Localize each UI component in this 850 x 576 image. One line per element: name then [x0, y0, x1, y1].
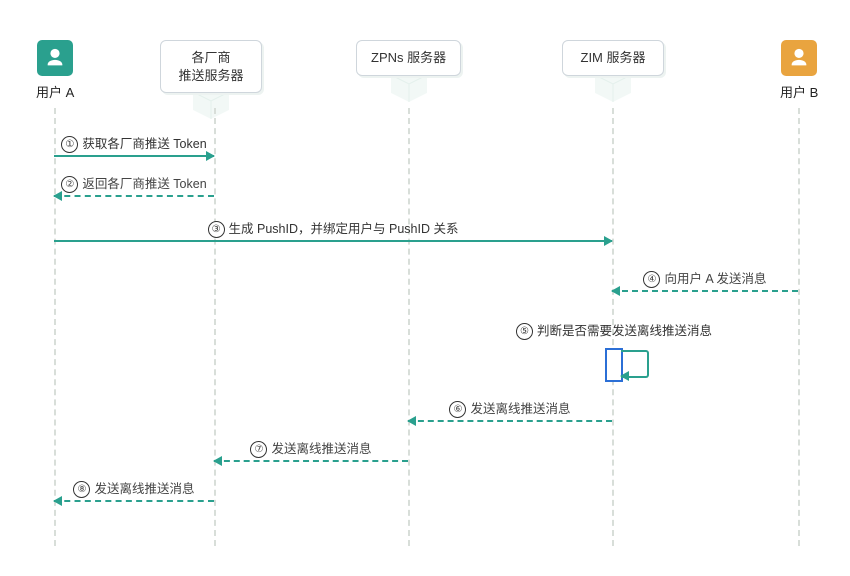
server-box: 各厂商 推送服务器	[160, 40, 262, 93]
participant-label: 用户 A	[36, 82, 74, 101]
step-number: ④	[643, 271, 660, 288]
server-box: ZPNs 服务器	[356, 40, 461, 76]
step-number: ③	[208, 221, 225, 238]
message-arrow: ⑦发送离线推送消息	[214, 460, 408, 461]
step-number: ⑧	[73, 481, 90, 498]
step-number: ①	[61, 136, 78, 153]
user-icon	[781, 40, 817, 76]
step-number: ⑥	[449, 401, 466, 418]
message-text: 获取各厂商推送 Token	[82, 137, 206, 151]
lifeline-zpns	[408, 108, 410, 546]
message-arrow: ③生成 PushID，并绑定用户与 PushID 关系	[54, 240, 612, 241]
lifeline-user-b	[798, 108, 800, 546]
self-loop-arrow	[621, 350, 649, 378]
message-arrow: ⑥发送离线推送消息	[408, 420, 612, 421]
self-message-label: ⑤ 判断是否需要发送离线推送消息	[516, 320, 712, 340]
lifeline-vendor	[214, 108, 216, 546]
message-arrow: ②返回各厂商推送 Token	[54, 195, 214, 196]
message-arrow: ①获取各厂商推送 Token	[54, 155, 214, 156]
participant-label: 用户 B	[780, 82, 818, 101]
participant-user-b: 用户 B	[780, 40, 818, 101]
message-text: 生成 PushID，并绑定用户与 PushID 关系	[229, 222, 459, 236]
step-number: ⑦	[250, 441, 267, 458]
user-icon	[37, 40, 73, 76]
message-arrow: ⑧发送离线推送消息	[54, 500, 214, 501]
participant-vendor-server: 各厂商 推送服务器	[160, 40, 262, 93]
participant-user-a: 用户 A	[36, 40, 74, 101]
message-text: 发送离线推送消息	[271, 442, 371, 456]
step-number: ②	[61, 176, 78, 193]
message-text: 向用户 A 发送消息	[664, 272, 766, 286]
step-number: ⑤	[516, 323, 533, 340]
message-text: 判断是否需要发送离线推送消息	[537, 324, 712, 338]
message-arrow: ④向用户 A 发送消息	[612, 290, 798, 291]
message-text: 发送离线推送消息	[470, 402, 570, 416]
message-text: 返回各厂商推送 Token	[82, 177, 206, 191]
participant-zpns-server: ZPNs 服务器	[356, 40, 461, 76]
server-box: ZIM 服务器	[562, 40, 664, 76]
message-text: 发送离线推送消息	[94, 482, 194, 496]
participant-zim-server: ZIM 服务器	[562, 40, 664, 76]
